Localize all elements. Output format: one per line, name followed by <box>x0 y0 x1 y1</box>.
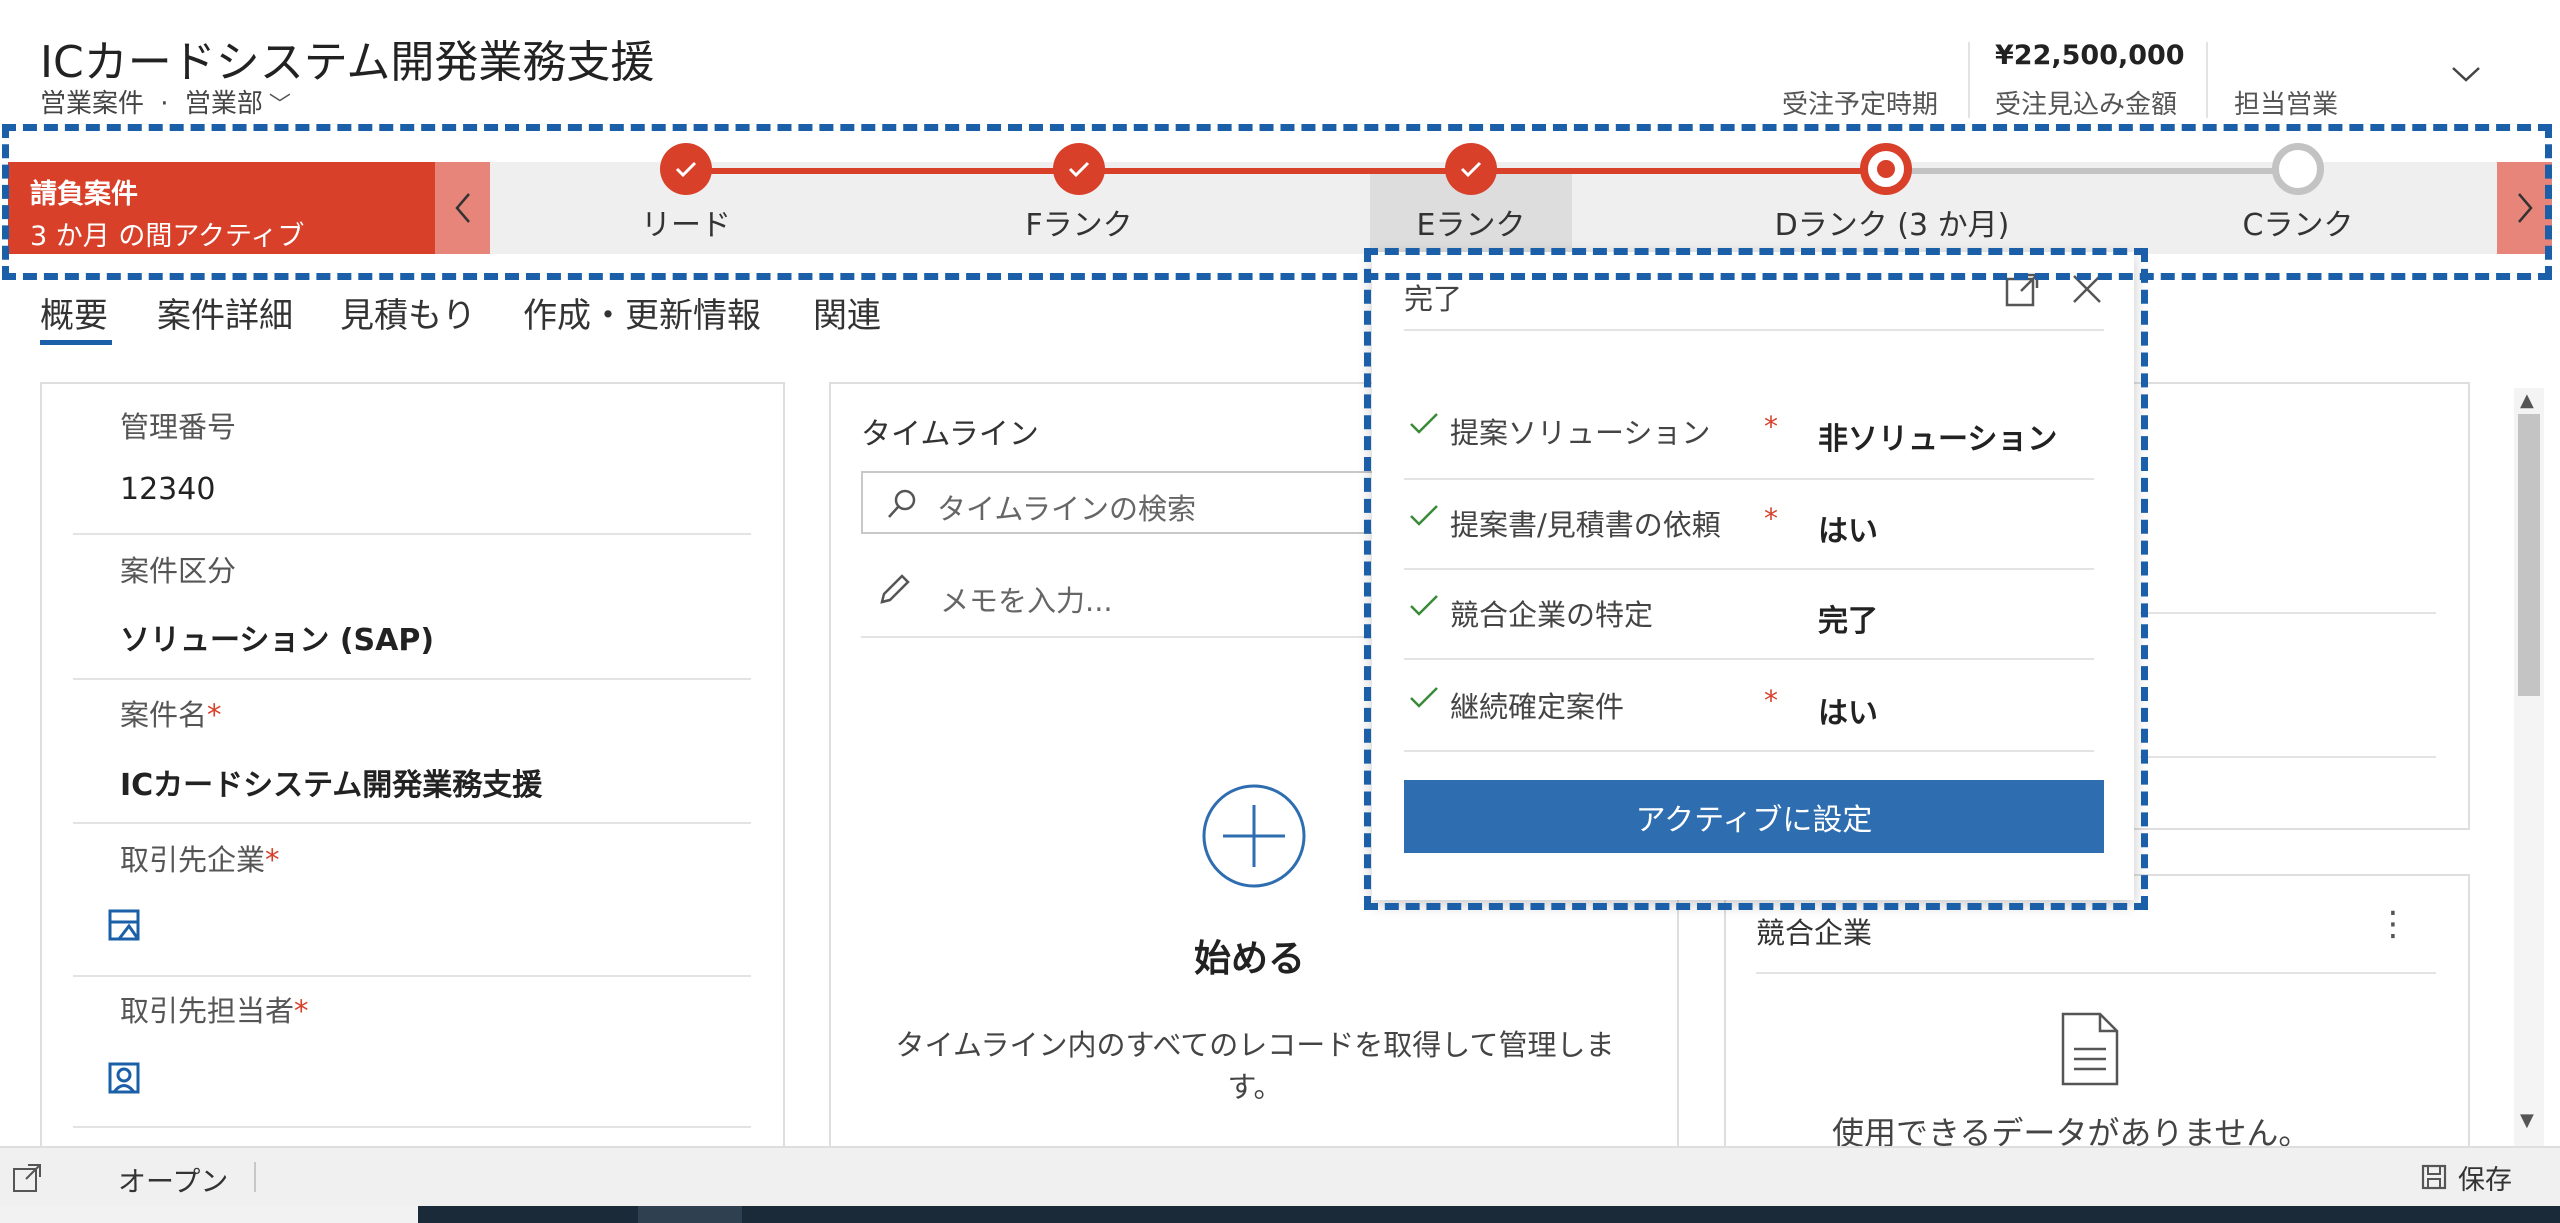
search-icon <box>888 489 916 518</box>
required-mark: * <box>294 994 309 1028</box>
card-divider <box>2140 612 2436 614</box>
timeline-note-input[interactable]: メモを入力... <box>940 578 1113 620</box>
timeline-empty-text-1: タイムライン内のすべてのレコードを取得して管理しま <box>895 1028 1615 1062</box>
header-expand-chevron-icon[interactable] <box>2450 58 2482 90</box>
form-footer <box>0 1146 2560 1208</box>
competitors-title: 競合企業 <box>1756 916 1873 950</box>
save-button[interactable]: 保存 <box>2420 1160 2512 1196</box>
pencil-icon <box>876 572 912 608</box>
tab-audit-info[interactable]: 作成・更新情報 <box>523 288 761 337</box>
timeline-empty-text-2: す。 <box>1227 1070 1283 1104</box>
field-label-account: 取引先企業* <box>120 843 280 877</box>
field-label-contact: 取引先担当者* <box>120 994 309 1028</box>
header-divider <box>1968 42 1970 118</box>
required-mark: * <box>265 843 280 877</box>
timeline-search-placeholder: タイムラインの検索 <box>937 492 1196 526</box>
header-field-amount-value: ¥22,500,000 <box>1995 40 2185 71</box>
highlight-flyout <box>1364 248 2148 910</box>
timeline-title: タイムライン <box>861 417 1039 452</box>
field-label-deal-category: 案件区分 <box>120 554 237 588</box>
timeline-search-input[interactable]: タイムラインの検索 <box>861 471 1381 534</box>
contact-lookup-icon[interactable] <box>107 1061 141 1095</box>
popout-icon[interactable] <box>12 1163 42 1193</box>
header-field-amount-label: 受注見込み金額 <box>1995 90 2178 120</box>
field-divider <box>73 533 751 535</box>
field-divider <box>73 678 751 680</box>
field-label-deal-name: 案件名* <box>120 698 222 732</box>
tab-quotes[interactable]: 見積もり <box>340 288 476 337</box>
header-field-close-date-label: 受注予定時期 <box>1782 90 1939 120</box>
required-mark: * <box>207 698 222 732</box>
scroll-down-icon[interactable]: ▼ <box>2520 1110 2534 1131</box>
add-circle-icon[interactable] <box>1201 783 1307 889</box>
account-lookup-icon[interactable] <box>107 908 141 942</box>
footer-divider <box>254 1162 256 1192</box>
header-field-owner-label: 担当営業 <box>2234 90 2339 120</box>
save-icon <box>2421 1164 2447 1190</box>
subtitle-separator: · <box>160 89 169 119</box>
record-title: ICカードシステム開発業務支援 <box>40 37 655 88</box>
scroll-up-icon[interactable]: ▲ <box>2520 390 2534 411</box>
taskbar-active-app[interactable] <box>638 1206 742 1223</box>
highlight-process-bar <box>2 124 2552 280</box>
field-divider <box>73 822 751 824</box>
tab-related[interactable]: 関連 <box>813 288 881 337</box>
field-value-management-number[interactable]: 12340 <box>120 472 215 507</box>
save-label: 保存 <box>2458 1164 2512 1196</box>
chevron-down-icon: ﹀ <box>268 93 291 118</box>
status-open: オープン <box>118 1165 229 1198</box>
form-name: 営業部 <box>184 89 263 119</box>
field-value-deal-name[interactable]: ICカードシステム開発業務支援 <box>120 760 542 804</box>
field-value-deal-category[interactable]: ソリューション (SAP) <box>120 615 434 659</box>
tab-summary[interactable]: 概要 <box>40 288 108 337</box>
taskbar-search-area[interactable] <box>0 1206 418 1223</box>
card-divider <box>1756 972 2436 974</box>
field-divider <box>73 1126 751 1128</box>
entity-type: 営業案件 <box>40 89 145 119</box>
scrollbar-thumb[interactable] <box>2518 414 2540 696</box>
timeline-empty-title: 始める <box>1194 937 1305 980</box>
card-divider <box>2140 756 2436 758</box>
record-subtitle: 営業案件 · 営業部 ﹀ <box>40 83 291 120</box>
field-label-management-number: 管理番号 <box>120 410 237 444</box>
more-options-icon[interactable]: ⋮ <box>2376 904 2410 944</box>
form-selector[interactable]: 営業部 ﹀ <box>185 89 291 119</box>
timeline-divider <box>861 636 1371 638</box>
header-divider <box>2206 42 2208 118</box>
tab-details[interactable]: 案件詳細 <box>157 288 293 337</box>
field-divider <box>73 975 751 977</box>
document-icon <box>2060 1011 2120 1087</box>
active-tab-indicator <box>40 340 112 345</box>
